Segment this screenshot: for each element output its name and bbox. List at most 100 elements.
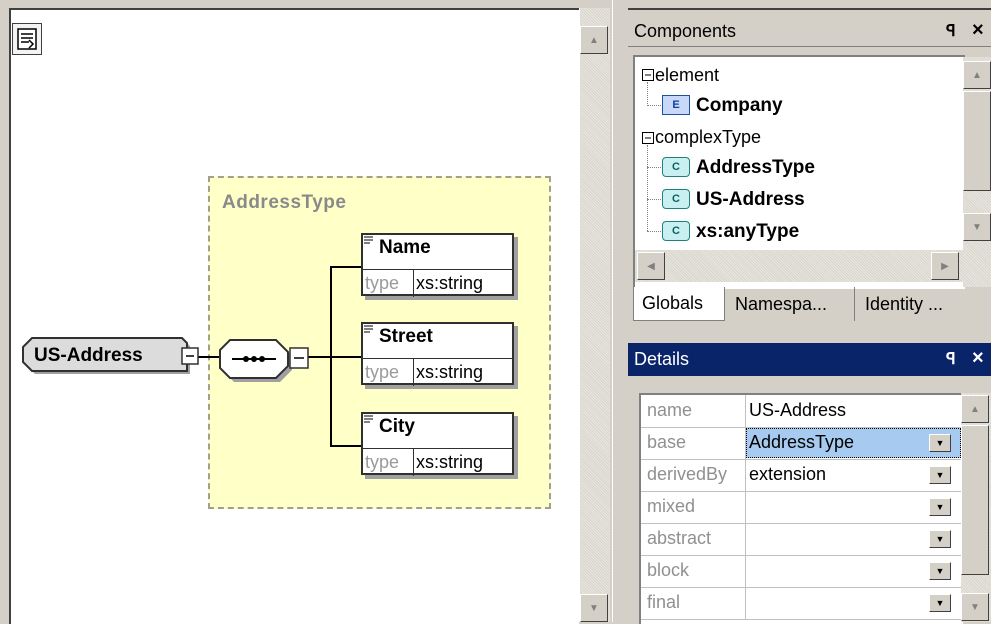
divider bbox=[745, 555, 746, 587]
scroll-thumb[interactable] bbox=[961, 425, 989, 575]
divider bbox=[413, 359, 414, 386]
connector-line bbox=[198, 356, 220, 358]
dropdown-arrow-icon[interactable]: ▼ bbox=[929, 594, 951, 612]
collapse-icon[interactable] bbox=[181, 347, 201, 367]
element-type-row: type xs:string bbox=[363, 448, 512, 476]
connector-line bbox=[330, 266, 361, 268]
property-name: abstract bbox=[647, 528, 712, 548]
element-details-icon bbox=[364, 325, 373, 333]
scroll-thumb[interactable] bbox=[963, 91, 991, 191]
tree-group-element[interactable]: element bbox=[655, 65, 719, 86]
diagram-vertical-scrollbar[interactable]: ▲ ▼ bbox=[579, 8, 610, 622]
close-icon[interactable]: × bbox=[972, 347, 984, 370]
tree-branch-line bbox=[647, 167, 661, 169]
element-name: City bbox=[379, 416, 415, 437]
scroll-down-button[interactable]: ▼ bbox=[580, 594, 608, 622]
element-box-name[interactable]: Name type xs:string bbox=[361, 233, 514, 297]
pin-icon[interactable]: ꟼ bbox=[946, 21, 956, 41]
details-row[interactable]: mixed ▼ bbox=[641, 491, 963, 524]
components-vertical-scrollbar[interactable]: ▲ ▼ bbox=[963, 57, 991, 287]
dropdown-arrow-icon[interactable]: ▼ bbox=[929, 562, 951, 580]
details-title: Details bbox=[634, 349, 690, 369]
complextype-icon: C bbox=[662, 221, 690, 241]
details-row[interactable]: base AddressType ▼ bbox=[641, 427, 963, 460]
property-name: derivedBy bbox=[647, 464, 728, 484]
scroll-down-button[interactable]: ▼ bbox=[961, 593, 989, 621]
element-box-street[interactable]: Street type xs:string bbox=[361, 322, 514, 386]
collapse-icon[interactable] bbox=[642, 132, 654, 144]
scroll-down-button[interactable]: ▼ bbox=[963, 213, 991, 241]
complextype-icon: C bbox=[662, 189, 690, 209]
scroll-up-button[interactable]: ▲ bbox=[580, 26, 608, 54]
tree-branch-line bbox=[647, 145, 649, 231]
element-type-row: type xs:string bbox=[363, 358, 512, 386]
tree-branch-line bbox=[647, 105, 661, 107]
property-value[interactable]: US-Address bbox=[749, 400, 846, 421]
property-value[interactable]: extension bbox=[749, 464, 826, 485]
dropdown-arrow-icon[interactable]: ▼ bbox=[929, 498, 951, 516]
property-name: mixed bbox=[647, 496, 696, 516]
details-title-bar: Details ꟼ × bbox=[628, 343, 991, 376]
tab-globals[interactable]: Globals bbox=[633, 287, 725, 321]
scroll-up-button[interactable]: ▲ bbox=[963, 61, 991, 89]
element-details-icon bbox=[364, 236, 373, 244]
components-tabs: Globals Namespa... Identity ... bbox=[633, 287, 991, 325]
tree-item-us-address[interactable]: US-Address bbox=[696, 189, 805, 211]
type-label: type bbox=[365, 273, 400, 293]
type-value: xs:string bbox=[416, 452, 484, 472]
components-horizontal-scrollbar[interactable]: ◀ ▶ bbox=[635, 250, 963, 282]
type-value: xs:string bbox=[416, 273, 484, 293]
collapse-icon[interactable] bbox=[642, 69, 654, 81]
tab-namespaces[interactable]: Namespa... bbox=[727, 287, 855, 321]
connector-line bbox=[330, 356, 361, 358]
divider bbox=[745, 459, 746, 491]
property-name: name bbox=[647, 400, 693, 420]
element-box-city[interactable]: City type xs:string bbox=[361, 412, 514, 476]
diagram-toolbar-button[interactable] bbox=[12, 23, 42, 55]
tree-branch-line bbox=[647, 82, 649, 106]
tab-identity[interactable]: Identity ... bbox=[857, 287, 991, 321]
components-title-bar: Components ꟼ × bbox=[628, 16, 991, 47]
divider bbox=[413, 270, 414, 297]
details-row[interactable]: abstract ▼ bbox=[641, 523, 963, 556]
details-row[interactable]: name US-Address bbox=[641, 395, 963, 428]
element-details-icon bbox=[364, 415, 373, 423]
scroll-left-button[interactable]: ◀ bbox=[637, 252, 665, 280]
divider bbox=[745, 587, 746, 619]
tree-item-addresstype[interactable]: AddressType bbox=[696, 157, 815, 179]
pane-splitter[interactable] bbox=[612, 0, 628, 622]
property-name: block bbox=[647, 560, 690, 580]
dropdown-arrow-icon[interactable]: ▼ bbox=[929, 434, 951, 452]
tree-branch-line bbox=[647, 199, 661, 201]
dropdown-arrow-icon[interactable]: ▼ bbox=[929, 466, 951, 484]
property-name: base bbox=[647, 432, 687, 452]
tree-item-company[interactable]: Company bbox=[696, 95, 783, 117]
details-row[interactable]: final ▼ bbox=[641, 587, 963, 620]
tree-branch-line bbox=[647, 231, 661, 233]
close-icon[interactable]: × bbox=[972, 19, 984, 42]
complextype-icon: C bbox=[662, 157, 690, 177]
root-element-label: US-Address bbox=[34, 345, 143, 366]
sequence-compositor-icon[interactable] bbox=[218, 336, 314, 384]
details-row[interactable]: block ▼ bbox=[641, 555, 963, 588]
divider bbox=[745, 523, 746, 555]
property-name: final bbox=[647, 592, 681, 612]
connector-line bbox=[330, 445, 361, 447]
divider bbox=[745, 395, 746, 427]
element-name: Name bbox=[379, 237, 431, 258]
details-grid: name US-Address base AddressType ▼ deriv… bbox=[639, 393, 963, 624]
schema-overview-icon bbox=[17, 28, 37, 50]
details-vertical-scrollbar[interactable]: ▲ ▼ bbox=[961, 393, 991, 622]
tree-item-xs-anytype[interactable]: xs:anyType bbox=[696, 221, 799, 243]
panel-top-border bbox=[628, 8, 991, 10]
divider bbox=[745, 491, 746, 523]
element-icon: E bbox=[662, 95, 690, 115]
pin-icon[interactable]: ꟼ bbox=[946, 349, 956, 369]
complex-type-label: AddressType bbox=[222, 192, 347, 213]
tree-group-complextype[interactable]: complexType bbox=[655, 127, 761, 148]
scroll-up-button[interactable]: ▲ bbox=[961, 395, 989, 423]
details-row[interactable]: derivedBy extension ▼ bbox=[641, 459, 963, 492]
property-value[interactable]: AddressType bbox=[749, 432, 854, 453]
dropdown-arrow-icon[interactable]: ▼ bbox=[929, 530, 951, 548]
scroll-right-button[interactable]: ▶ bbox=[931, 252, 959, 280]
